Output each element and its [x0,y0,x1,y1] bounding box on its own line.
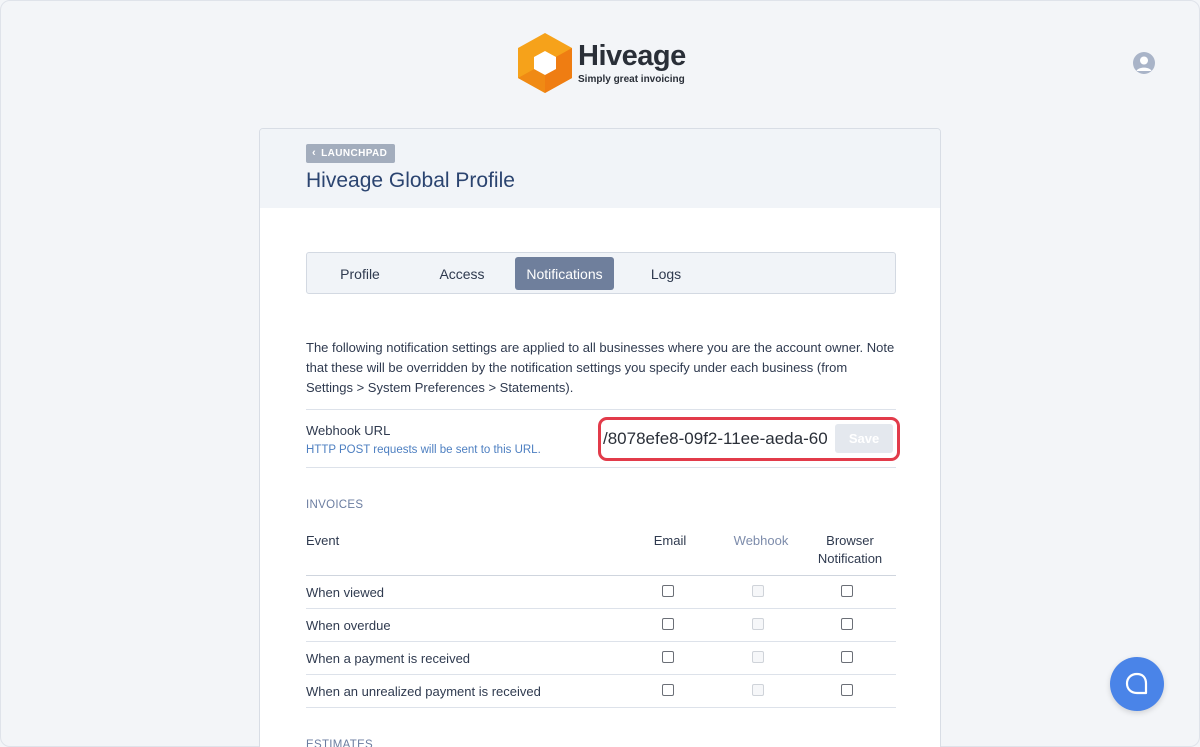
page-title: Hiveage Global Profile [306,169,515,192]
webhook-checkbox-unrealized-payment[interactable] [752,684,764,696]
divider [306,467,896,468]
browser-header-line1: Browser [826,533,874,548]
back-button-label: LAUNCHPAD [321,148,388,159]
hexagon-logo-icon [518,33,572,93]
event-label-overdue: When overdue [306,618,391,633]
divider [306,409,896,410]
tab-bar: Profile Access Notifications Logs [306,252,896,294]
tab-logs[interactable]: Logs [621,257,711,290]
webhook-checkbox-viewed[interactable] [752,585,764,597]
browser-checkbox-unrealized-payment[interactable] [841,684,853,696]
column-header-event: Event [306,533,340,548]
email-checkbox-overdue[interactable] [662,618,674,630]
webhook-url-input[interactable] [603,424,833,454]
browser-checkbox-payment-received[interactable] [841,651,853,663]
webhook-checkbox-payment-received[interactable] [752,651,764,663]
chevron-left-icon: ‹ [312,147,317,159]
hiveage-logo[interactable]: Hiveage Simply great invoicing [518,33,686,93]
webhook-checkbox-overdue[interactable] [752,618,764,630]
webhook-url-hint: HTTP POST requests will be sent to this … [306,444,541,456]
column-header-webhook: Webhook [733,533,789,548]
table-row-divider [306,641,896,642]
user-avatar-icon[interactable] [1133,52,1155,74]
event-label-unrealized-payment: When an unrealized payment is received [306,684,541,699]
brand-tagline: Simply great invoicing [578,73,685,85]
event-label-payment-received: When a payment is received [306,651,471,666]
email-checkbox-viewed[interactable] [662,585,674,597]
browser-checkbox-viewed[interactable] [841,585,853,597]
browser-header-line2: Notification [817,551,883,566]
launchpad-back-button[interactable]: ‹ LAUNCHPAD [306,144,396,163]
event-label-viewed: When viewed [306,585,385,600]
help-chat-button[interactable] [1110,657,1164,711]
email-checkbox-payment-received[interactable] [662,651,674,663]
tab-notifications[interactable]: Notifications [515,257,614,290]
notification-description: The following notification settings are … [306,340,895,395]
brand-name: Hiveage [578,39,686,72]
tab-access[interactable]: Access [417,257,507,290]
table-row-divider [306,608,896,609]
chat-bubble-icon [1125,672,1148,695]
email-checkbox-unrealized-payment[interactable] [662,684,674,696]
tab-profile[interactable]: Profile [315,257,405,290]
table-row-divider [306,674,896,675]
browser-checkbox-overdue[interactable] [841,618,853,630]
table-row-divider [306,707,896,708]
card-header: ‹ LAUNCHPAD Hiveage Global Profile [260,129,940,208]
profile-card: ‹ LAUNCHPAD Hiveage Global Profile Profi… [259,128,941,747]
webhook-url-label: Webhook URL [306,423,391,438]
estimates-section-title: ESTIMATES [306,739,374,747]
invoices-section-title: INVOICES [306,499,364,511]
column-header-browser-notification: Browser Notification [805,532,895,568]
table-header-divider [306,575,896,576]
webhook-save-button[interactable]: Save [835,424,893,453]
column-header-email: Email [653,533,687,548]
webhook-url-field-group: Save [598,417,900,461]
